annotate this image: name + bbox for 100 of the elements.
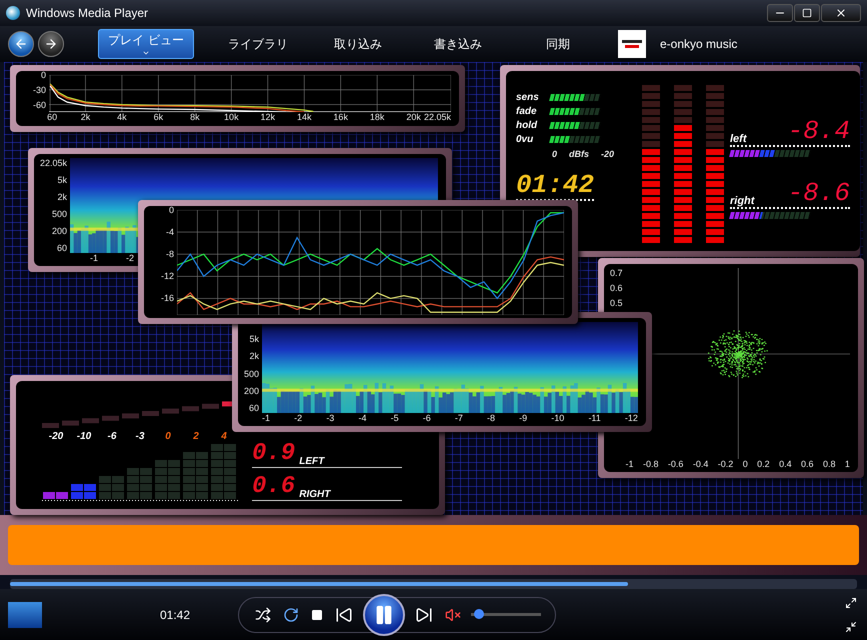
axis-label: -7: [454, 413, 463, 423]
axis-label: 500: [244, 368, 260, 378]
elapsed-time: 01:42: [160, 608, 192, 622]
axis-label: 12k: [260, 112, 276, 122]
axis-label: -1: [626, 459, 634, 469]
maximize-button[interactable]: [794, 4, 820, 22]
axis-label: 60: [47, 112, 58, 122]
scale-label: -10: [76, 431, 92, 442]
axis-label: 0.7: [610, 268, 623, 278]
axis-label: -3: [326, 413, 334, 423]
channel-label: right: [730, 195, 754, 207]
axis-label: -0.4: [692, 459, 708, 469]
axis-label: -2: [126, 253, 134, 263]
axis-label: 5k: [58, 175, 68, 185]
axis-label: 0.5: [610, 298, 623, 308]
axis-label: -12: [624, 413, 638, 423]
arrow-right-icon: [44, 37, 58, 51]
axis-label: 0.4: [779, 459, 792, 469]
axis-label: 16k: [333, 112, 348, 122]
axis-label: 18k: [370, 112, 384, 122]
axis-label: -5: [390, 413, 399, 423]
axis-label: -12: [160, 271, 174, 282]
axis-label: 20k: [406, 112, 421, 122]
scale-label: 0: [164, 431, 172, 442]
close-button[interactable]: [821, 4, 861, 22]
nav-tab[interactable]: 取り込み: [308, 29, 408, 59]
nav-tab[interactable]: 書き込み: [408, 29, 508, 59]
setting-label: 0vu: [516, 134, 534, 144]
scale-label: -6: [106, 431, 118, 442]
nav-tab[interactable]: プレイ ビュー: [98, 29, 194, 59]
window-title: Windows Media Player: [26, 6, 150, 20]
channel-label: LEFT: [299, 456, 324, 467]
axis-label: 200: [52, 226, 68, 236]
expand-icon: [845, 596, 857, 608]
axis-label: -0.2: [718, 459, 734, 469]
setting-label: sens: [516, 92, 540, 102]
setting-label: fade: [516, 106, 538, 116]
axis-label: 10k: [224, 112, 239, 122]
setting-label: hold: [516, 120, 538, 130]
nav-tab[interactable]: ライブラリ: [208, 29, 308, 59]
back-button[interactable]: [8, 31, 34, 57]
axis-label: 0: [40, 71, 46, 80]
logo-icon: [618, 30, 646, 58]
axis-label: -9: [519, 413, 528, 423]
scale-label: -20: [601, 149, 614, 159]
axis-label: 8k: [190, 112, 200, 122]
forward-button[interactable]: [38, 31, 64, 57]
axis-label: 0.8: [822, 459, 836, 469]
axis-label: 2k: [80, 112, 90, 122]
shuffle-icon: [255, 606, 271, 622]
axis-label: -10: [551, 413, 564, 423]
axis-label: 14k: [296, 112, 312, 122]
axis-label: 60: [57, 243, 68, 253]
shuffle-button[interactable]: [253, 604, 273, 624]
store-link[interactable]: e-onkyo music: [618, 29, 738, 59]
axis-label: -1: [262, 413, 270, 423]
axis-label: 0: [168, 206, 174, 215]
axis-label: -8: [487, 413, 496, 423]
repeat-icon: [283, 606, 299, 622]
axis-label: -4: [358, 413, 366, 423]
axis-label: 22.05k: [424, 112, 451, 122]
axis-label: -6: [422, 413, 431, 423]
axis-label: 1: [844, 459, 850, 469]
scale-label: 0: [552, 149, 558, 159]
channel-label: RIGHT: [299, 489, 330, 500]
nav-tab[interactable]: 同期: [508, 29, 608, 59]
volume-knob[interactable]: [474, 609, 484, 619]
axis-label: -0.8: [642, 459, 658, 469]
axis-label: 2k: [58, 192, 68, 202]
axis-label: 0.2: [757, 459, 770, 469]
axis-label: 0.6: [610, 283, 623, 293]
axis-label: 6k: [154, 112, 164, 122]
seek-bar[interactable]: [10, 579, 857, 589]
level-readout: -8.6: [788, 179, 850, 207]
channel-label: left: [730, 133, 746, 145]
axis-label: -16: [160, 293, 174, 304]
shrink-icon: [845, 620, 857, 632]
maximize-icon: [802, 8, 812, 18]
scale-label: -3: [134, 431, 146, 442]
axis-label: -11: [588, 413, 601, 423]
axis-label: 4k: [117, 112, 127, 122]
previous-icon: [335, 606, 353, 624]
pause-button[interactable]: [363, 594, 405, 636]
next-icon: [415, 606, 433, 624]
axis-label: -8: [166, 249, 174, 260]
level-readout: -8.4: [788, 117, 850, 145]
scale-label: 2: [192, 431, 200, 442]
axis-label: -4: [166, 227, 174, 238]
axis-label: -1: [90, 253, 98, 263]
app-icon: [6, 6, 20, 20]
axis-label: 22.05k: [40, 158, 68, 168]
axis-label: 0: [742, 459, 748, 469]
axis-label: -2: [294, 413, 302, 423]
axis-label: -30: [32, 84, 46, 95]
axis-label: 5k: [250, 334, 260, 344]
scale-label: dBfs: [569, 149, 590, 159]
level-readout: 0.9: [252, 441, 296, 467]
axis-label: 200: [244, 386, 260, 396]
axis-label: 60: [249, 403, 260, 413]
muted-speaker-icon: [445, 606, 461, 622]
